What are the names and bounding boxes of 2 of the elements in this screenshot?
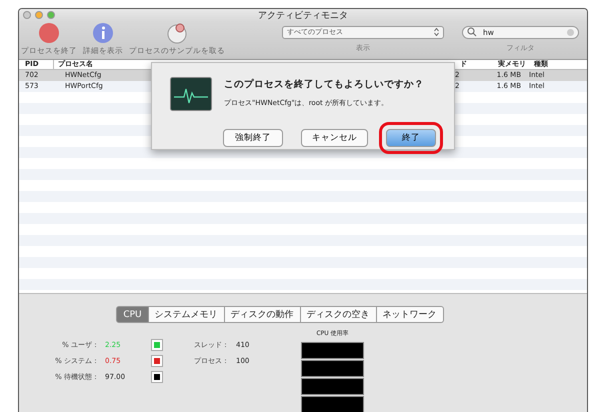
window-title: アクティビティモニタ: [257, 10, 349, 22]
dialog-title: このプロセスを終了してもよろしいですか？: [224, 78, 424, 91]
